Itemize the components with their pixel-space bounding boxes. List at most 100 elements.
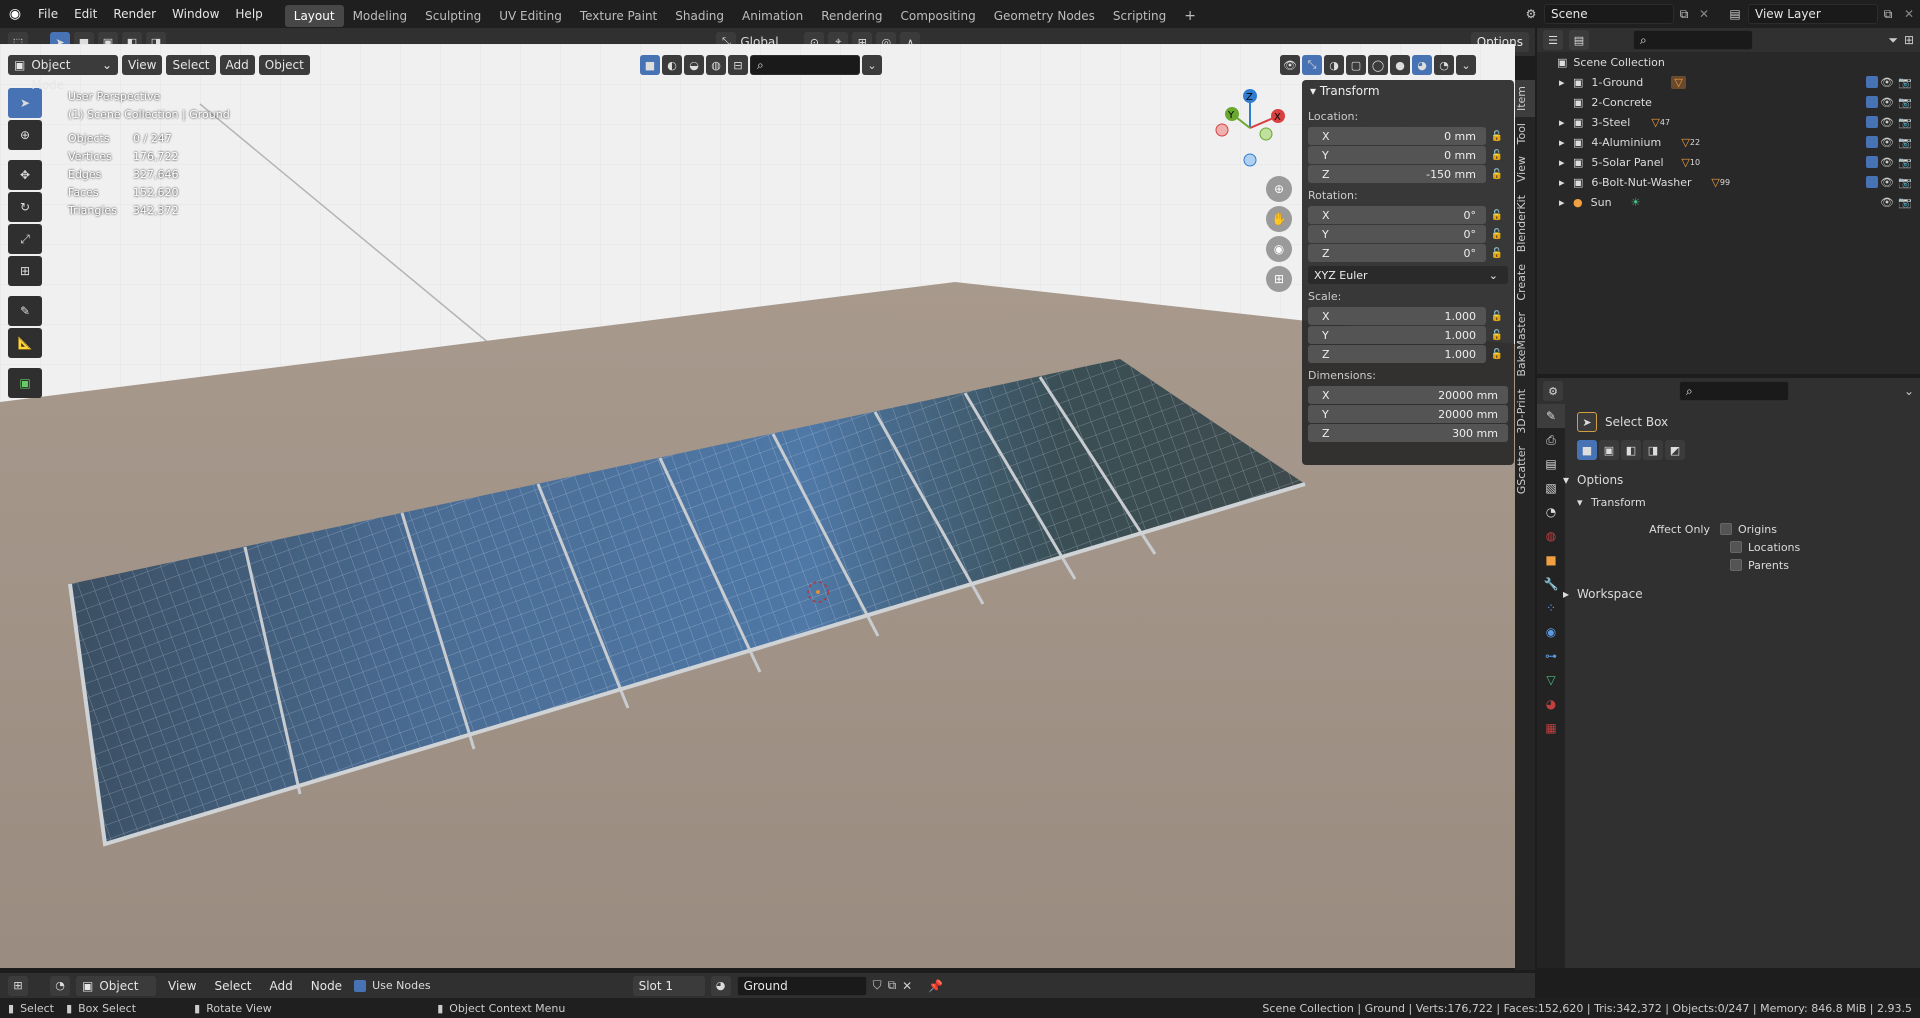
filter-objects-icon[interactable]: ■: [640, 55, 660, 75]
list-item[interactable]: ▣ 2-Concrete 👁 📷: [1537, 92, 1920, 112]
eye-icon[interactable]: 👁: [1878, 76, 1896, 89]
mode-intersect-icon[interactable]: ◩: [1665, 440, 1685, 460]
lock-icon[interactable]: 🔓: [1486, 349, 1508, 360]
menu-view[interactable]: View: [162, 976, 202, 996]
pan-hand-icon[interactable]: ✋: [1266, 206, 1292, 232]
filter-dropdown-icon[interactable]: ⌄: [862, 55, 882, 75]
xray-icon[interactable]: ▢: [1346, 55, 1366, 75]
exclude-checkbox[interactable]: [1866, 76, 1878, 88]
material-tab-icon[interactable]: ◕: [1537, 692, 1565, 716]
eye-icon[interactable]: 👁: [1878, 116, 1896, 129]
scene-tab-icon[interactable]: ◔: [1537, 500, 1565, 524]
rotation-x-field[interactable]: X 0°: [1308, 206, 1486, 224]
filter-textures-icon[interactable]: ◒: [684, 55, 704, 75]
list-item[interactable]: ▸ ▣ 1-Ground ▽ 👁 📷: [1537, 72, 1920, 92]
eye-icon[interactable]: 👁: [1878, 136, 1896, 149]
list-item[interactable]: ▸ ● Sun ☀ 👁 📷: [1537, 192, 1920, 212]
tab-3d-print[interactable]: 3D-Print: [1515, 383, 1535, 440]
menu-render[interactable]: Render: [105, 0, 164, 28]
use-nodes-checkbox[interactable]: [354, 979, 367, 992]
filter-materials-icon[interactable]: ◐: [662, 55, 682, 75]
transform-subsection[interactable]: ▾ Transform: [1577, 492, 1912, 512]
zoom-icon[interactable]: ⊕: [1266, 176, 1292, 202]
data-tab-icon[interactable]: ▽: [1537, 668, 1565, 692]
lock-icon[interactable]: 🔓: [1486, 330, 1508, 341]
overlay-toggle-icon[interactable]: ◑: [1324, 55, 1344, 75]
new-scene-icon[interactable]: ⧉: [1674, 7, 1694, 22]
rotate-tool-icon[interactable]: ↻: [8, 192, 42, 222]
material-shading-icon[interactable]: ◕: [1412, 55, 1432, 75]
eye-icon[interactable]: 👁: [1878, 176, 1896, 189]
location-y-field[interactable]: Y0 mm: [1308, 146, 1486, 164]
tool-tab-icon[interactable]: ✎: [1537, 404, 1565, 428]
rendered-shading-icon[interactable]: ◔: [1434, 55, 1454, 75]
lock-icon[interactable]: 🔓: [1486, 131, 1508, 142]
tab-tool[interactable]: Tool: [1515, 117, 1535, 150]
menu-select[interactable]: Select: [208, 976, 257, 996]
camera-icon[interactable]: 📷: [1896, 176, 1914, 189]
menu-node[interactable]: Node: [305, 976, 348, 996]
list-item[interactable]: ▸ ▣ 4-Aluminium ▽ 22 👁 📷: [1537, 132, 1920, 152]
tab-blenderkit[interactable]: BlenderKit: [1515, 189, 1535, 258]
menu-help[interactable]: Help: [227, 0, 270, 28]
dimensions-y-field[interactable]: Y 20000 mm: [1308, 405, 1508, 423]
scale-tool-icon[interactable]: ⤢: [8, 224, 42, 254]
lock-icon[interactable]: 🔓: [1486, 150, 1508, 161]
outliner-editor-icon[interactable]: ☰: [1543, 30, 1563, 50]
physics-tab-icon[interactable]: ◉: [1537, 620, 1565, 644]
editor-type-icon[interactable]: ⊞: [8, 975, 28, 996]
tab-compositing[interactable]: Compositing: [891, 5, 984, 27]
list-item[interactable]: ▸ ▣ 3-Steel ▽ 47 👁 📷: [1537, 112, 1920, 132]
scene-collection-row[interactable]: ▣ Scene Collection: [1537, 52, 1920, 72]
constraints-tab-icon[interactable]: ⊶: [1537, 644, 1565, 668]
dimensions-x-field[interactable]: X 20000 mm: [1308, 386, 1508, 404]
exclude-checkbox[interactable]: [1866, 116, 1878, 128]
object-tab-icon[interactable]: ■: [1537, 548, 1565, 572]
lock-icon[interactable]: 🔓: [1486, 169, 1508, 180]
properties-editor-icon[interactable]: ⚙: [1543, 381, 1563, 401]
exclude-checkbox[interactable]: [1866, 96, 1878, 108]
viewport-search-input[interactable]: ⌕: [750, 55, 860, 75]
scale-y-field[interactable]: Y 1.000: [1308, 326, 1486, 344]
mode-difference-icon[interactable]: ◨: [1643, 440, 1663, 460]
tab-gscatter[interactable]: GScatter: [1515, 440, 1535, 500]
lock-icon[interactable]: 🔓: [1486, 311, 1508, 322]
tab-scripting[interactable]: Scripting: [1104, 5, 1175, 27]
menu-object[interactable]: Object: [258, 55, 310, 75]
menu-window[interactable]: Window: [164, 0, 227, 28]
mode-subtract-icon[interactable]: ◧: [1621, 440, 1641, 460]
solid-shading-icon[interactable]: ●: [1390, 55, 1410, 75]
scene-icon[interactable]: ⚙: [1518, 7, 1544, 21]
wireframe-shading-icon[interactable]: ◯: [1368, 55, 1388, 75]
mode-dropdown[interactable]: ▣ Object Mode ⌄: [8, 55, 118, 92]
display-mode-icon[interactable]: ▤: [1569, 30, 1589, 50]
modifier-tab-icon[interactable]: 🔧: [1537, 572, 1565, 596]
scale-z-field[interactable]: Z 1.000: [1308, 345, 1486, 363]
output-tab-icon[interactable]: ▤: [1537, 452, 1565, 476]
tab-item[interactable]: Item: [1515, 80, 1535, 118]
tab-geometry-nodes[interactable]: Geometry Nodes: [985, 5, 1104, 27]
tab-modeling[interactable]: Modeling: [344, 5, 417, 27]
tab-shading[interactable]: Shading: [666, 5, 733, 27]
camera-icon[interactable]: 📷: [1896, 156, 1914, 169]
tab-sculpting[interactable]: Sculpting: [416, 5, 490, 27]
dimensions-z-field[interactable]: Z 300 mm: [1308, 424, 1508, 442]
rotation-y-field[interactable]: Y 0°: [1308, 225, 1486, 243]
exclude-checkbox[interactable]: [1866, 156, 1878, 168]
filter-icon[interactable]: ⏷: [1888, 33, 1898, 48]
tab-texture-paint[interactable]: Texture Paint: [571, 5, 666, 27]
eye-icon[interactable]: 👁: [1878, 96, 1896, 109]
tab-rendering[interactable]: Rendering: [812, 5, 891, 27]
transform-panel-title[interactable]: ▾ Transform: [1302, 80, 1514, 102]
filter-nodes-icon[interactable]: ⊟: [728, 55, 748, 75]
lock-icon[interactable]: 🔓: [1486, 229, 1508, 240]
menu-select[interactable]: Select: [166, 55, 216, 75]
eye-icon[interactable]: 👁: [1878, 196, 1896, 209]
object-type-dropdown[interactable]: ▣ Object: [76, 975, 156, 996]
material-icon[interactable]: ◕: [710, 975, 731, 996]
texture-tab-icon[interactable]: ▦: [1537, 716, 1565, 740]
camera-icon[interactable]: 📷: [1896, 196, 1914, 209]
fake-user-icon[interactable]: ⛉: [873, 978, 882, 993]
tab-layout[interactable]: Layout: [284, 4, 344, 27]
scene-field[interactable]: Scene: [1544, 4, 1674, 24]
